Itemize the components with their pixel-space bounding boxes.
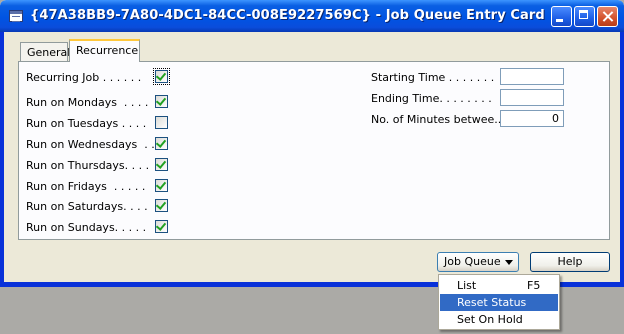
checkmark-icon <box>155 179 167 190</box>
window-border-right <box>620 32 624 287</box>
menu-item-label: Set On Hold <box>457 313 523 326</box>
tab-recurrence[interactable]: Recurrence <box>69 39 140 62</box>
close-button[interactable] <box>597 6 618 27</box>
run-on-sundays-label: Run on Sundays. . . . . <box>26 221 147 234</box>
maximize-button[interactable] <box>574 6 595 27</box>
starting-time-input[interactable] <box>500 68 564 85</box>
run-on-fridays-checkbox[interactable] <box>155 179 168 192</box>
run-on-saturdays-checkbox[interactable] <box>155 199 168 212</box>
window-border-left <box>0 32 4 287</box>
checkmark-icon <box>155 158 167 169</box>
run-on-wednesdays-checkbox[interactable] <box>155 137 168 150</box>
run-on-tuesdays-label: Run on Tuesdays . . . . <box>26 117 147 130</box>
ending-time-label: Ending Time. . . . . . . . <box>371 92 492 105</box>
menu-item-reset-status[interactable]: Reset Status <box>440 294 558 311</box>
menu-item-shortcut: F5 <box>527 279 541 292</box>
checkmark-icon <box>155 137 167 148</box>
checkmark-icon <box>155 199 167 210</box>
dropdown-arrow-icon <box>505 260 513 265</box>
minutes-between-runs-label: No. of Minutes betwee... <box>371 113 505 126</box>
window-title: {47A38BB9-7A80-4DC1-84CC-008E9227569C} -… <box>30 8 545 23</box>
menu-item-label: List <box>457 279 477 292</box>
checkmark-icon <box>155 220 167 231</box>
recurring-job-checkbox[interactable] <box>153 68 170 85</box>
run-on-mondays-label: Run on Mondays . . . . <box>26 96 149 109</box>
menu-item-list[interactable]: List F5 <box>440 277 558 294</box>
checkmark-icon <box>155 70 167 81</box>
minutes-between-runs-input[interactable]: 0 <box>500 110 564 127</box>
checkmark-icon <box>155 95 167 106</box>
ending-time-input[interactable] <box>500 89 564 106</box>
job-queue-menu-button[interactable]: Job Queue <box>437 252 519 272</box>
run-on-thursdays-label: Run on Thursdays. . . . <box>26 159 150 172</box>
job-queue-button-label: Job Queue <box>444 255 501 268</box>
tab-general[interactable]: General <box>20 42 70 62</box>
starting-time-label: Starting Time . . . . . . . <box>371 71 495 84</box>
window-icon[interactable] <box>9 10 23 22</box>
job-queue-entry-card-window: {47A38BB9-7A80-4DC1-84CC-008E9227569C} -… <box>0 0 624 287</box>
title-bar[interactable]: {47A38BB9-7A80-4DC1-84CC-008E9227569C} -… <box>0 0 624 32</box>
run-on-tuesdays-checkbox[interactable] <box>155 116 168 129</box>
run-on-fridays-label: Run on Fridays . . . . . <box>26 180 146 193</box>
minimize-button[interactable] <box>551 6 572 27</box>
run-on-wednesdays-label: Run on Wednesdays . . <box>26 138 155 151</box>
help-button[interactable]: Help <box>530 252 610 272</box>
run-on-saturdays-label: Run on Saturdays. . . . <box>26 200 148 213</box>
job-queue-dropdown-menu: List F5 Reset Status Set On Hold <box>438 274 560 330</box>
run-on-thursdays-checkbox[interactable] <box>155 158 168 171</box>
menu-item-label: Reset Status <box>457 296 527 309</box>
menu-item-set-on-hold[interactable]: Set On Hold <box>440 311 558 328</box>
run-on-sundays-checkbox[interactable] <box>155 220 168 233</box>
run-on-mondays-checkbox[interactable] <box>155 95 168 108</box>
recurring-job-label: Recurring Job . . . . . . <box>26 71 142 84</box>
